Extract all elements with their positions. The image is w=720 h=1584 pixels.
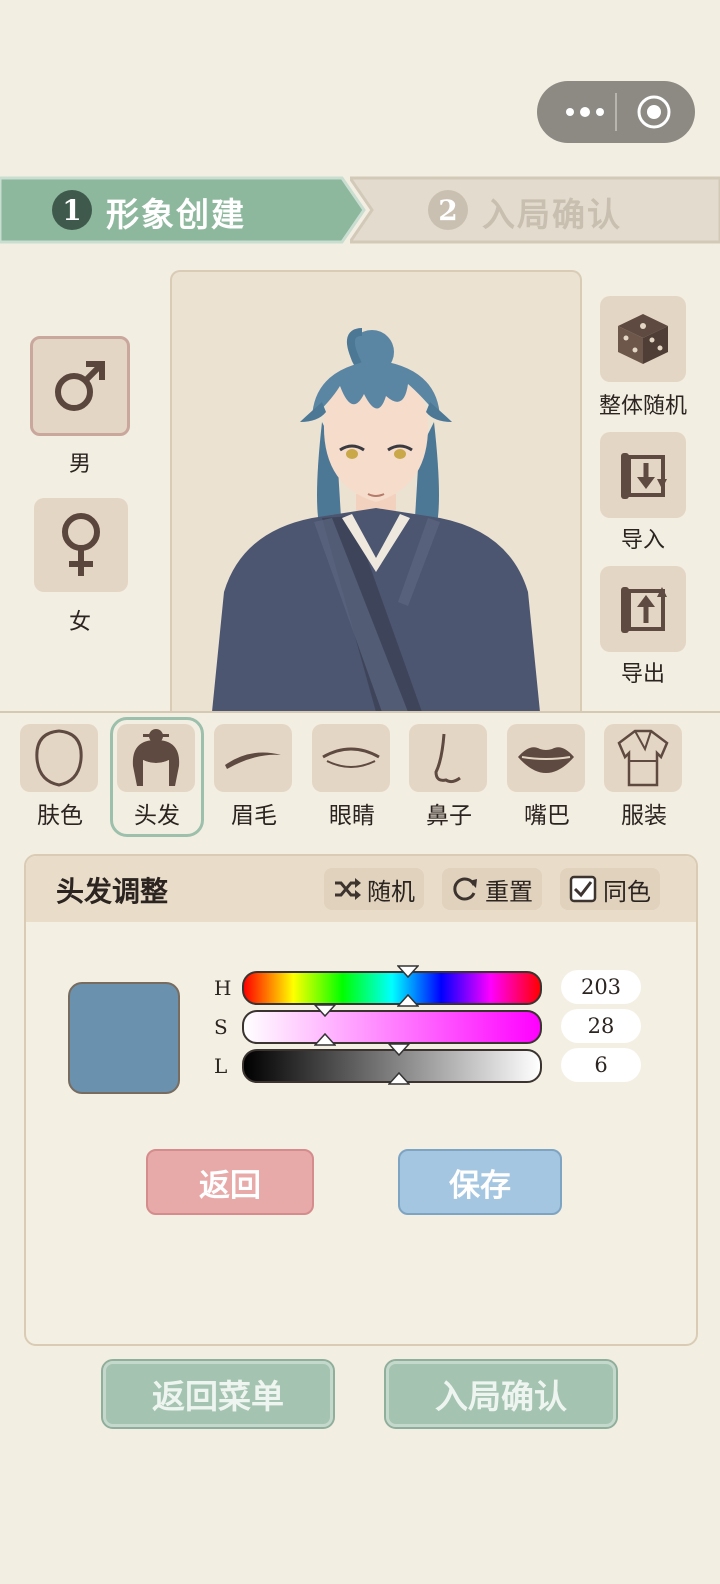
capsule-divider (615, 93, 617, 131)
nose-icon (434, 733, 461, 784)
female-label: 女 (68, 610, 91, 635)
back-button[interactable]: 返回 (146, 1149, 314, 1215)
feature-tab-eyebrow[interactable]: 眉毛 (214, 724, 294, 830)
scroll-export-icon (621, 587, 667, 633)
feature-tab-clothing[interactable]: 服装 (604, 724, 684, 830)
h-label: H (214, 976, 232, 1000)
hair-adjust-panel: 头发调整 随机 重置 同色 (24, 854, 698, 1346)
shuffle-icon (335, 878, 361, 900)
more-dot-icon (596, 108, 604, 116)
male-button[interactable] (30, 336, 130, 436)
step-1-number: 1 (52, 190, 92, 230)
same-color-checkbox[interactable]: 同色 (560, 868, 660, 910)
lightness-handle[interactable] (387, 1043, 411, 1085)
feature-label: 鼻子 (426, 803, 472, 829)
slider-handle-icon (387, 1043, 411, 1085)
feature-label: 眼睛 (329, 803, 375, 829)
step-1-label: 形象创建 (106, 195, 246, 234)
saturation-value[interactable]: 28 (561, 1009, 641, 1043)
feature-label: 肤色 (37, 803, 83, 829)
import-label: 导入 (620, 528, 665, 553)
s-label: S (214, 1015, 228, 1039)
slider-handle-icon (313, 1004, 337, 1046)
step-2-number: 2 (428, 190, 468, 230)
hue-value[interactable]: 203 (561, 970, 641, 1004)
reset-label: 重置 (485, 877, 533, 906)
random-label: 随机 (367, 877, 415, 906)
slider-handle-icon (396, 965, 420, 1007)
reset-button[interactable]: 重置 (442, 868, 542, 910)
face-outline-icon (35, 729, 83, 787)
feature-tab-eyes[interactable]: 眼睛 (312, 724, 392, 830)
feature-label: 嘴巴 (524, 803, 570, 829)
hair-icon (132, 729, 180, 786)
l-label: L (214, 1054, 228, 1078)
random-all-label: 整体随机 (598, 394, 687, 419)
saturation-slider[interactable] (242, 1010, 542, 1044)
lightness-value[interactable]: 6 (561, 1048, 641, 1082)
section-divider (0, 711, 720, 713)
color-swatch (68, 982, 180, 1094)
miniprogram-capsule (537, 81, 695, 143)
character-portrait (212, 328, 540, 712)
female-button[interactable] (34, 498, 128, 592)
eye-icon (322, 747, 380, 768)
random-all-button[interactable] (600, 296, 686, 382)
import-button[interactable] (600, 432, 686, 518)
same-color-label: 同色 (603, 877, 651, 906)
export-button[interactable] (600, 566, 686, 652)
return-menu-button[interactable]: 返回菜单 (101, 1359, 335, 1429)
feature-tab-mouth[interactable]: 嘴巴 (507, 724, 587, 830)
feature-tab-skin[interactable]: 肤色 (20, 724, 100, 830)
dice-icon (618, 314, 668, 364)
panel-title: 头发调整 (56, 875, 169, 908)
male-label: 男 (68, 452, 91, 477)
feature-tab-hair[interactable]: 头发 (110, 717, 204, 837)
more-dot-icon (566, 108, 574, 116)
saturation-handle[interactable] (313, 1004, 337, 1046)
feature-label: 头发 (134, 803, 180, 829)
step-2-label: 入局确认 (482, 195, 622, 234)
confirm-entry-button[interactable]: 入局确认 (384, 1359, 618, 1429)
more-dot-icon (580, 107, 590, 117)
refresh-icon (453, 877, 477, 901)
robe-icon (617, 729, 669, 787)
female-symbol-icon (62, 513, 100, 576)
eyebrow-icon (225, 752, 281, 769)
close-target-icon[interactable] (636, 94, 672, 130)
save-button[interactable]: 保存 (398, 1149, 562, 1215)
male-symbol-icon (55, 361, 105, 411)
export-label: 导出 (620, 662, 665, 687)
feature-label: 服装 (621, 803, 667, 829)
character-preview (170, 270, 582, 712)
random-button[interactable]: 随机 (324, 868, 424, 910)
checkbox-checked-icon (569, 875, 597, 903)
feature-tab-nose[interactable]: 鼻子 (409, 724, 489, 830)
hue-slider[interactable] (242, 971, 542, 1005)
feature-label: 眉毛 (231, 803, 277, 829)
more-menu-button[interactable] (555, 81, 615, 143)
hue-handle[interactable] (396, 965, 420, 1007)
lips-icon (518, 747, 574, 773)
scroll-import-icon (621, 453, 667, 499)
